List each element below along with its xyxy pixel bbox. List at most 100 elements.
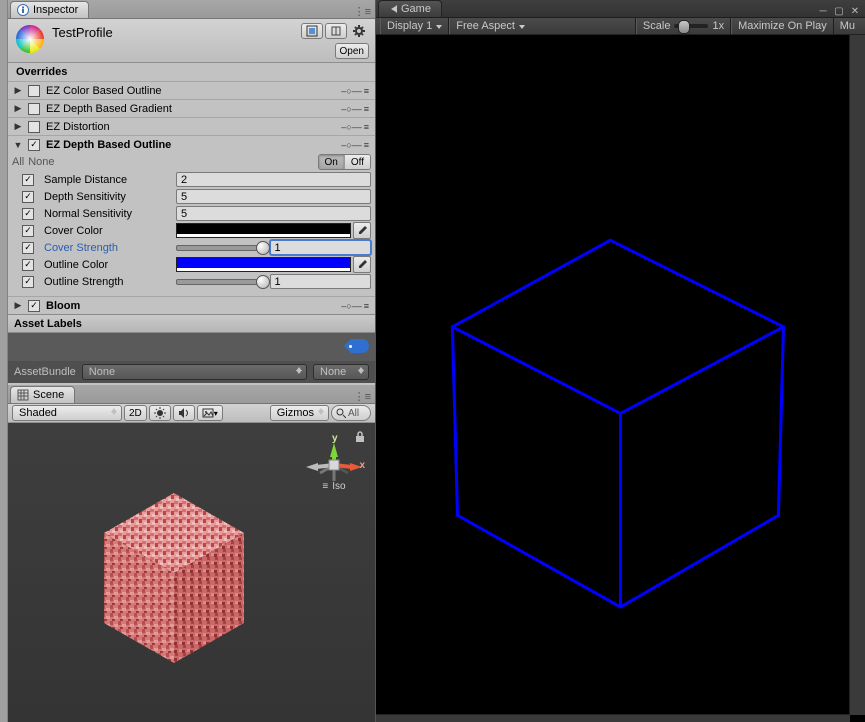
display-dropdown[interactable]: Display 1 — [380, 18, 449, 34]
panel-drag-zone[interactable]: ⋮≡ — [354, 5, 375, 18]
asset-bundle-dropdown[interactable]: None — [82, 364, 307, 380]
menu-icon[interactable]: ≡ — [364, 301, 369, 311]
minimize-icon[interactable]: ─ — [817, 6, 829, 17]
prop-label[interactable]: Cover Color — [38, 225, 176, 237]
game-tab[interactable]: Game — [378, 0, 442, 17]
prop-enable-checkbox[interactable] — [22, 276, 34, 288]
prop-enable-checkbox[interactable] — [22, 242, 34, 254]
game-scrollbar-horizontal[interactable] — [376, 714, 850, 722]
override-label: EZ Depth Based Gradient — [44, 103, 341, 115]
scale-slider[interactable] — [674, 24, 708, 28]
aspect-dropdown[interactable]: Free Aspect — [449, 18, 636, 34]
menu-icon[interactable]: ≡ — [364, 104, 369, 114]
settings-icon-button[interactable] — [349, 23, 369, 39]
close-icon[interactable]: ✕ — [849, 6, 861, 17]
game-view[interactable] — [376, 35, 865, 722]
asset-labels-header: Asset Labels — [8, 314, 375, 333]
prop-enable-checkbox[interactable] — [22, 208, 34, 220]
outline-strength-input[interactable]: 1 — [270, 274, 372, 289]
scene-search[interactable]: All — [331, 405, 371, 421]
shading-mode-dropdown[interactable]: Shaded — [12, 405, 122, 421]
override-row-depth-outline[interactable]: ▼ EZ Depth Based Outline –○––≡ — [8, 135, 375, 153]
mute-toggle[interactable]: Mu — [834, 18, 861, 34]
scene-gizmo[interactable]: y x ≡Iso — [305, 433, 363, 508]
panel-drag-zone[interactable]: ⋮≡ — [354, 390, 375, 403]
iso-label: Iso — [332, 481, 345, 492]
toggle-off[interactable]: Off — [344, 155, 370, 169]
none-link[interactable]: None — [28, 156, 54, 168]
slider-icon[interactable]: –○–– — [341, 122, 361, 132]
slider-icon[interactable]: –○–– — [341, 86, 361, 96]
prop-enable-checkbox[interactable] — [22, 225, 34, 237]
override-row-bloom[interactable]: ▶ Bloom –○––≡ — [8, 296, 375, 314]
scene-tab[interactable]: Scene — [10, 386, 75, 403]
game-tab-label: Game — [401, 3, 431, 15]
prop-label[interactable]: Outline Strength — [38, 276, 176, 288]
normal-sensitivity-input[interactable]: 5 — [176, 206, 371, 221]
outline-color-swatch[interactable] — [176, 257, 351, 272]
inspector-header: TestProfile Open — [8, 19, 375, 63]
inspector-tab[interactable]: Inspector — [10, 1, 89, 18]
prop-depth-sensitivity: Depth Sensitivity 5 — [8, 188, 375, 205]
toggle-on[interactable]: On — [319, 155, 344, 169]
eyedropper-button[interactable] — [353, 222, 371, 239]
slider-icon[interactable]: –○–– — [341, 140, 361, 150]
enable-checkbox[interactable] — [28, 300, 40, 312]
override-row-distortion[interactable]: ▶ EZ Distortion –○––≡ — [8, 117, 375, 135]
prop-label[interactable]: Depth Sensitivity — [38, 191, 176, 203]
maximize-icon[interactable]: ▢ — [833, 6, 845, 17]
prop-outline-strength: Outline Strength 1 — [8, 273, 375, 290]
override-row-color-outline[interactable]: ▶ EZ Color Based Outline –○––≡ — [8, 81, 375, 99]
foldout-icon[interactable]: ▶ — [12, 103, 24, 114]
fx-button[interactable]: ▾ — [197, 405, 223, 421]
help-icon-button[interactable] — [325, 23, 347, 39]
slider-icon[interactable]: –○–– — [341, 301, 361, 311]
enable-checkbox[interactable] — [28, 139, 40, 151]
foldout-icon[interactable]: ▶ — [12, 121, 24, 132]
all-link[interactable]: All — [12, 156, 24, 168]
label-tag-button[interactable] — [351, 339, 369, 353]
cover-strength-slider[interactable] — [176, 240, 268, 255]
prop-label[interactable]: Normal Sensitivity — [38, 208, 176, 220]
menu-icon[interactable]: ≡ — [364, 86, 369, 96]
prop-enable-checkbox[interactable] — [22, 174, 34, 186]
on-off-toggle[interactable]: On Off — [318, 154, 372, 170]
eyedropper-button[interactable] — [353, 256, 371, 273]
lighting-button[interactable] — [149, 405, 171, 421]
prop-label[interactable]: Cover Strength — [38, 242, 176, 254]
outline-strength-slider[interactable] — [176, 274, 268, 289]
toggle-2d-button[interactable]: 2D — [124, 405, 147, 421]
audio-button[interactable] — [173, 405, 195, 421]
prop-enable-checkbox[interactable] — [22, 191, 34, 203]
maximize-on-play-toggle[interactable]: Maximize On Play — [731, 18, 834, 34]
asset-bundle-variant-dropdown[interactable]: None — [313, 364, 369, 380]
override-row-depth-gradient[interactable]: ▶ EZ Depth Based Gradient –○––≡ — [8, 99, 375, 117]
foldout-icon[interactable]: ▼ — [12, 140, 24, 150]
foldout-icon[interactable]: ▶ — [12, 85, 24, 96]
prop-label[interactable]: Outline Color — [38, 259, 176, 271]
menu-icon[interactable]: ≡ — [364, 140, 369, 150]
profile-name: TestProfile — [52, 25, 113, 40]
cover-strength-input[interactable]: 1 — [270, 240, 372, 255]
prop-enable-checkbox[interactable] — [22, 259, 34, 271]
prefab-icon-button[interactable] — [301, 23, 323, 39]
depth-sensitivity-input[interactable]: 5 — [176, 189, 371, 204]
prop-label[interactable]: Sample Distance — [38, 174, 176, 186]
lock-icon[interactable] — [355, 431, 365, 443]
sample-distance-input[interactable]: 2 — [176, 172, 371, 187]
open-button[interactable]: Open — [335, 43, 369, 59]
game-wireframe-cube — [376, 35, 865, 722]
menu-icon[interactable]: ≡ — [364, 122, 369, 132]
enable-checkbox[interactable] — [28, 121, 40, 133]
prop-normal-sensitivity: Normal Sensitivity 5 — [8, 205, 375, 222]
gizmos-dropdown[interactable]: Gizmos — [270, 405, 329, 421]
slider-icon[interactable]: –○–– — [341, 104, 361, 114]
game-scrollbar-vertical[interactable] — [849, 35, 865, 715]
scene-view[interactable]: y x ≡Iso — [8, 423, 375, 722]
scale-control[interactable]: Scale 1x — [636, 18, 731, 34]
cover-color-swatch[interactable] — [176, 223, 351, 238]
enable-checkbox[interactable] — [28, 85, 40, 97]
scene-icon — [17, 389, 29, 401]
enable-checkbox[interactable] — [28, 103, 40, 115]
foldout-icon[interactable]: ▶ — [12, 300, 24, 311]
